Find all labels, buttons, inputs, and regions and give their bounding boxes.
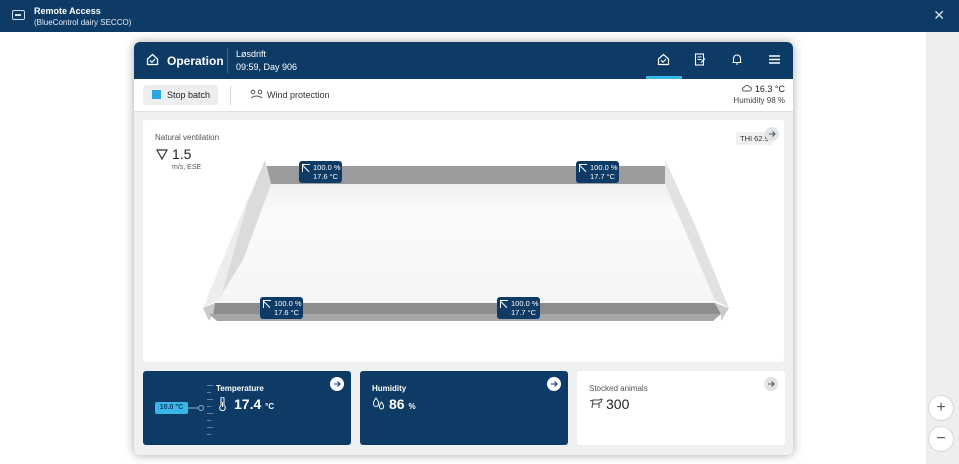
temperature-scale bbox=[207, 385, 215, 437]
barn-illustration bbox=[203, 160, 729, 321]
operation-mode: Løsdrift bbox=[236, 49, 267, 59]
outdoor-temperature: 16.3 °C bbox=[754, 84, 785, 94]
sensor-opening: 100.0 % bbox=[313, 163, 341, 172]
temperature-value: 17.4 °C bbox=[234, 396, 275, 412]
curtain-icon bbox=[579, 164, 587, 172]
cow-icon bbox=[589, 398, 603, 409]
setpoint-pointer bbox=[188, 405, 204, 411]
sensor-temp: 17.7 °C bbox=[590, 172, 616, 181]
humidity-card[interactable]: Humidity 86 % bbox=[360, 371, 568, 445]
curtain-icon bbox=[263, 300, 271, 308]
wind-protection-label: Wind protection bbox=[267, 90, 330, 100]
animals-title: Stocked animals bbox=[589, 384, 648, 393]
house-check-icon[interactable] bbox=[657, 53, 670, 66]
window-subtitle: (BlueControl dairy SECCO) bbox=[34, 18, 132, 27]
header-divider bbox=[227, 48, 228, 73]
temperature-setpoint: 10.0 °C bbox=[155, 402, 188, 414]
toolbar: Stop batch Wind protection 16.3 °C Humid… bbox=[134, 79, 793, 112]
wind-protection-icon bbox=[250, 89, 263, 99]
humidity-value: 86 % bbox=[389, 396, 416, 412]
zoom-out-button[interactable]: − bbox=[928, 426, 954, 452]
sensor-badge[interactable]: 100.0 % 17.7 °C bbox=[497, 297, 540, 319]
stop-icon bbox=[152, 90, 161, 99]
panel-header: Operation Løsdrift 09:59, Day 906 bbox=[134, 42, 793, 79]
humidity-title: Humidity bbox=[372, 384, 407, 393]
report-icon[interactable] bbox=[694, 53, 706, 66]
curtain-icon bbox=[302, 164, 310, 172]
sensor-badge[interactable]: 100.0 % 17.7 °C bbox=[576, 161, 619, 183]
temperature-card[interactable]: 10.0 °C Temperature 17.4 °C bbox=[143, 371, 351, 445]
home-icon[interactable] bbox=[146, 53, 159, 66]
weather-readout: 16.3 °C Humidity 98 % bbox=[733, 84, 785, 105]
sensor-opening: 100.0 % bbox=[511, 299, 539, 308]
remote-screen-icon bbox=[12, 10, 25, 20]
barn-overview: Natural ventilation 1.5 m/s, ESE THI 62.… bbox=[143, 120, 784, 362]
window-title: Remote Access bbox=[34, 6, 101, 16]
close-icon[interactable]: ✕ bbox=[933, 8, 945, 22]
stop-batch-label: Stop batch bbox=[167, 90, 211, 100]
section-title: Operation bbox=[167, 54, 224, 68]
sensor-opening: 100.0 % bbox=[590, 163, 618, 172]
arrow-right-icon[interactable] bbox=[330, 377, 344, 391]
sensor-badge[interactable]: 100.0 % 17.6 °C bbox=[299, 161, 342, 183]
bell-icon[interactable] bbox=[731, 53, 743, 66]
sensor-temp: 17.7 °C bbox=[511, 308, 537, 317]
temperature-title: Temperature bbox=[216, 384, 264, 393]
arrow-right-icon[interactable] bbox=[764, 377, 778, 391]
outdoor-humidity: Humidity 98 % bbox=[733, 96, 785, 105]
animals-value: 300 bbox=[606, 396, 630, 412]
zoom-in-button[interactable]: + bbox=[928, 395, 954, 421]
toolbar-divider bbox=[230, 86, 231, 105]
stocked-animals-card[interactable]: Stocked animals 300 bbox=[577, 371, 785, 445]
sensor-temp: 17.6 °C bbox=[274, 308, 300, 317]
sensor-temp: 17.6 °C bbox=[313, 172, 339, 181]
curtain-icon bbox=[500, 300, 508, 308]
sensor-opening: 100.0 % bbox=[274, 299, 302, 308]
title-bar: Remote Access (BlueControl dairy SECCO) … bbox=[0, 0, 959, 32]
sensor-badge[interactable]: 100.0 % 17.6 °C bbox=[260, 297, 303, 319]
cloud-icon bbox=[742, 85, 753, 92]
arrow-right-icon[interactable] bbox=[547, 377, 561, 391]
app-panel: Operation Løsdrift 09:59, Day 906 Stop b… bbox=[134, 42, 793, 455]
stop-batch-button[interactable]: Stop batch bbox=[143, 85, 218, 105]
droplets-icon bbox=[372, 397, 385, 410]
clock-day: 09:59, Day 906 bbox=[236, 62, 298, 72]
thermometer-icon bbox=[219, 397, 226, 411]
menu-icon[interactable] bbox=[768, 53, 781, 66]
